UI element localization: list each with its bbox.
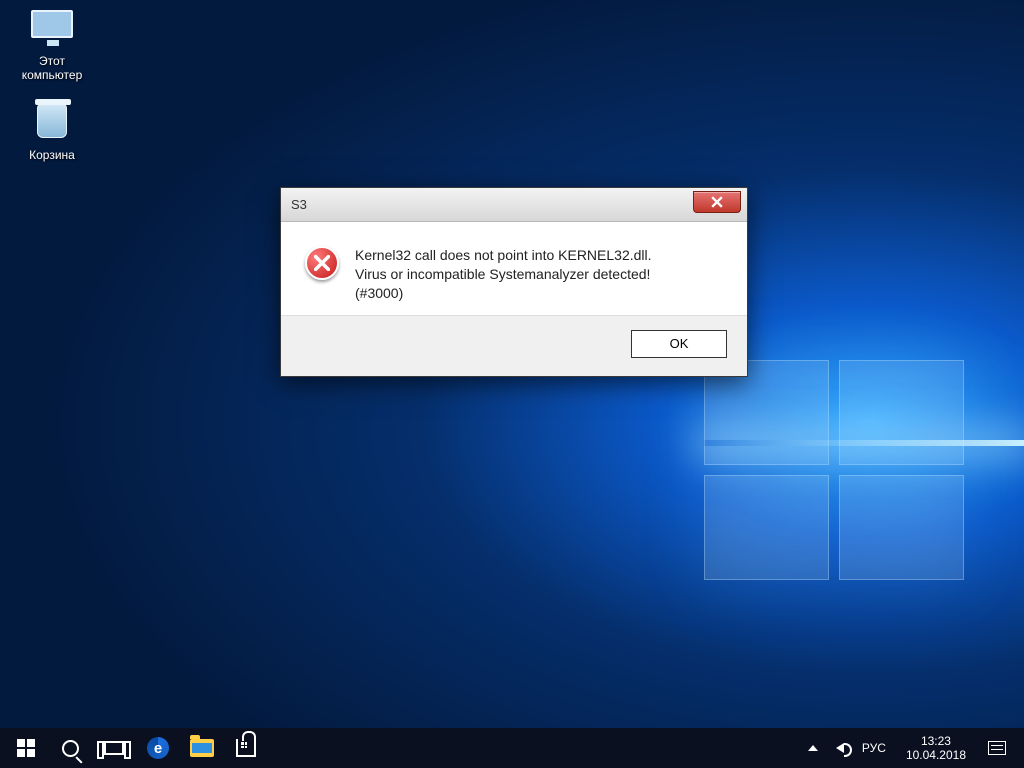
tray-ime-button[interactable]: РУС bbox=[858, 728, 890, 768]
clock-time: 13:23 bbox=[906, 734, 966, 748]
tray-clock[interactable]: 13:23 10.04.2018 bbox=[900, 728, 972, 768]
trash-icon bbox=[37, 104, 67, 138]
desktop-icon-label: Этот компьютер bbox=[10, 54, 94, 82]
start-button[interactable] bbox=[4, 728, 48, 768]
ok-button[interactable]: OK bbox=[631, 330, 727, 358]
desktop-icon-recycle-bin[interactable]: Корзина bbox=[10, 100, 94, 162]
dialog-message-line: Virus or incompatible Systemanalyzer det… bbox=[355, 265, 652, 284]
search-button[interactable] bbox=[48, 728, 92, 768]
taskbar-app-file-explorer[interactable] bbox=[180, 728, 224, 768]
search-icon bbox=[62, 740, 79, 757]
dialog-message-line: Kernel32 call does not point into KERNEL… bbox=[355, 246, 652, 265]
action-center-button[interactable] bbox=[982, 728, 1012, 768]
taskbar-app-store[interactable] bbox=[224, 728, 268, 768]
chevron-up-icon bbox=[808, 745, 818, 751]
dialog-message: Kernel32 call does not point into KERNEL… bbox=[355, 246, 652, 303]
folder-icon bbox=[190, 739, 214, 757]
dialog-body: Kernel32 call does not point into KERNEL… bbox=[281, 222, 747, 315]
close-button[interactable] bbox=[693, 191, 741, 213]
clock-date: 10.04.2018 bbox=[906, 748, 966, 762]
windows-icon bbox=[17, 739, 35, 757]
dialog-message-line: (#3000) bbox=[355, 284, 652, 303]
dialog-title: S3 bbox=[291, 197, 307, 212]
dialog-titlebar[interactable]: S3 bbox=[281, 188, 747, 222]
taskbar: РУС 13:23 10.04.2018 bbox=[0, 728, 1024, 768]
taskbar-app-edge[interactable] bbox=[136, 728, 180, 768]
task-view-button[interactable] bbox=[92, 728, 136, 768]
speaker-icon bbox=[836, 743, 844, 753]
ime-label: РУС bbox=[862, 741, 886, 755]
dialog-footer: OK bbox=[281, 315, 747, 376]
system-tray: РУС 13:23 10.04.2018 bbox=[796, 728, 1020, 768]
close-icon bbox=[711, 196, 723, 208]
tray-overflow-button[interactable] bbox=[804, 728, 822, 768]
error-icon bbox=[305, 246, 339, 280]
computer-icon bbox=[31, 10, 73, 38]
tray-volume-button[interactable] bbox=[832, 728, 848, 768]
wallpaper-light-beam bbox=[704, 440, 1024, 446]
desktop-icon-this-pc[interactable]: Этот компьютер bbox=[10, 10, 94, 82]
error-dialog: S3 Kernel32 call does not point into KER… bbox=[280, 187, 748, 377]
wallpaper-windows-logo bbox=[704, 360, 964, 580]
task-view-icon bbox=[104, 741, 124, 755]
action-center-icon bbox=[988, 741, 1006, 755]
store-icon bbox=[236, 739, 256, 757]
desktop-icon-label: Корзина bbox=[10, 148, 94, 162]
edge-icon bbox=[147, 737, 169, 759]
